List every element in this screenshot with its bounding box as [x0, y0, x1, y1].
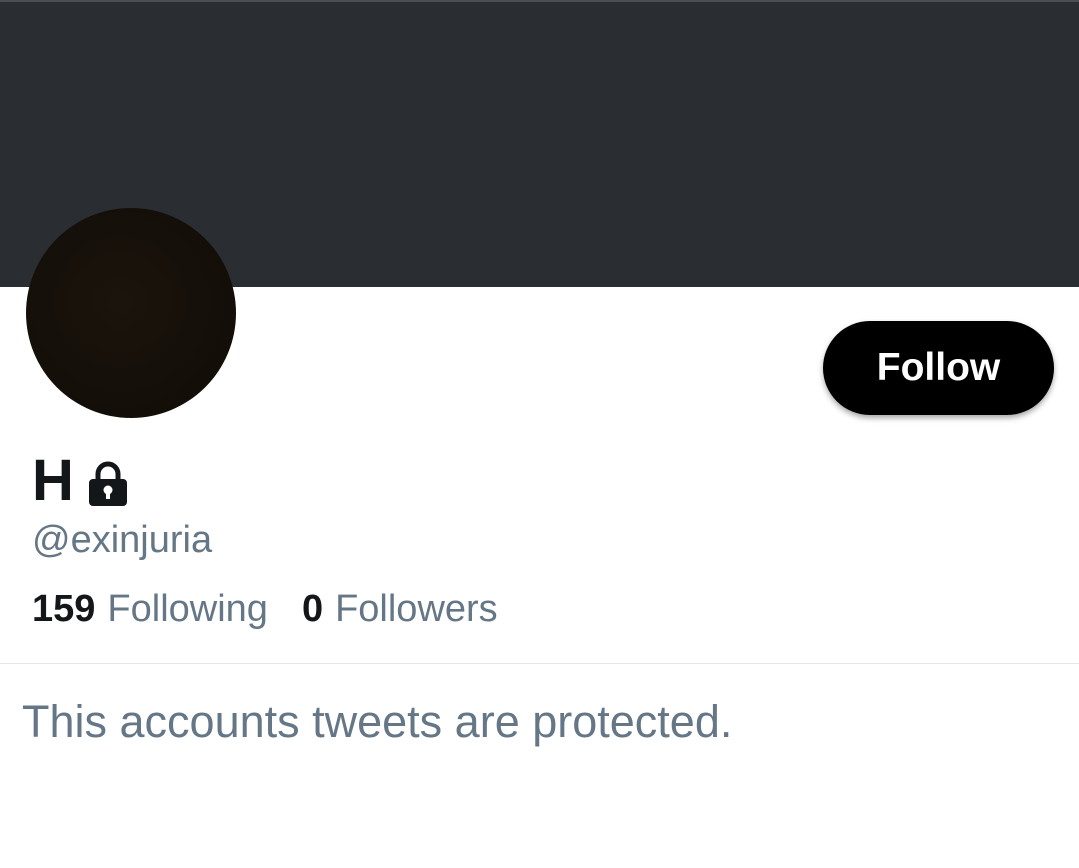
- followers-stat[interactable]: 0 Followers: [302, 585, 498, 633]
- protected-tweets-message: This accounts tweets are protected.: [22, 696, 733, 747]
- profile-stats: 159 Following 0 Followers: [32, 585, 498, 633]
- followers-count: 0: [301, 588, 324, 630]
- divider: [0, 663, 1079, 664]
- following-stat[interactable]: 159 Following: [32, 585, 268, 633]
- followers-label: Followers: [335, 588, 498, 630]
- lock-icon: [86, 460, 130, 508]
- profile-name-row: H: [32, 448, 130, 514]
- following-count: 159: [32, 588, 96, 630]
- profile-handle: @exinjuria: [32, 519, 213, 561]
- following-label: Following: [107, 588, 268, 630]
- follow-button[interactable]: Follow: [823, 321, 1054, 415]
- avatar[interactable]: [26, 208, 236, 418]
- display-name: H: [32, 448, 74, 513]
